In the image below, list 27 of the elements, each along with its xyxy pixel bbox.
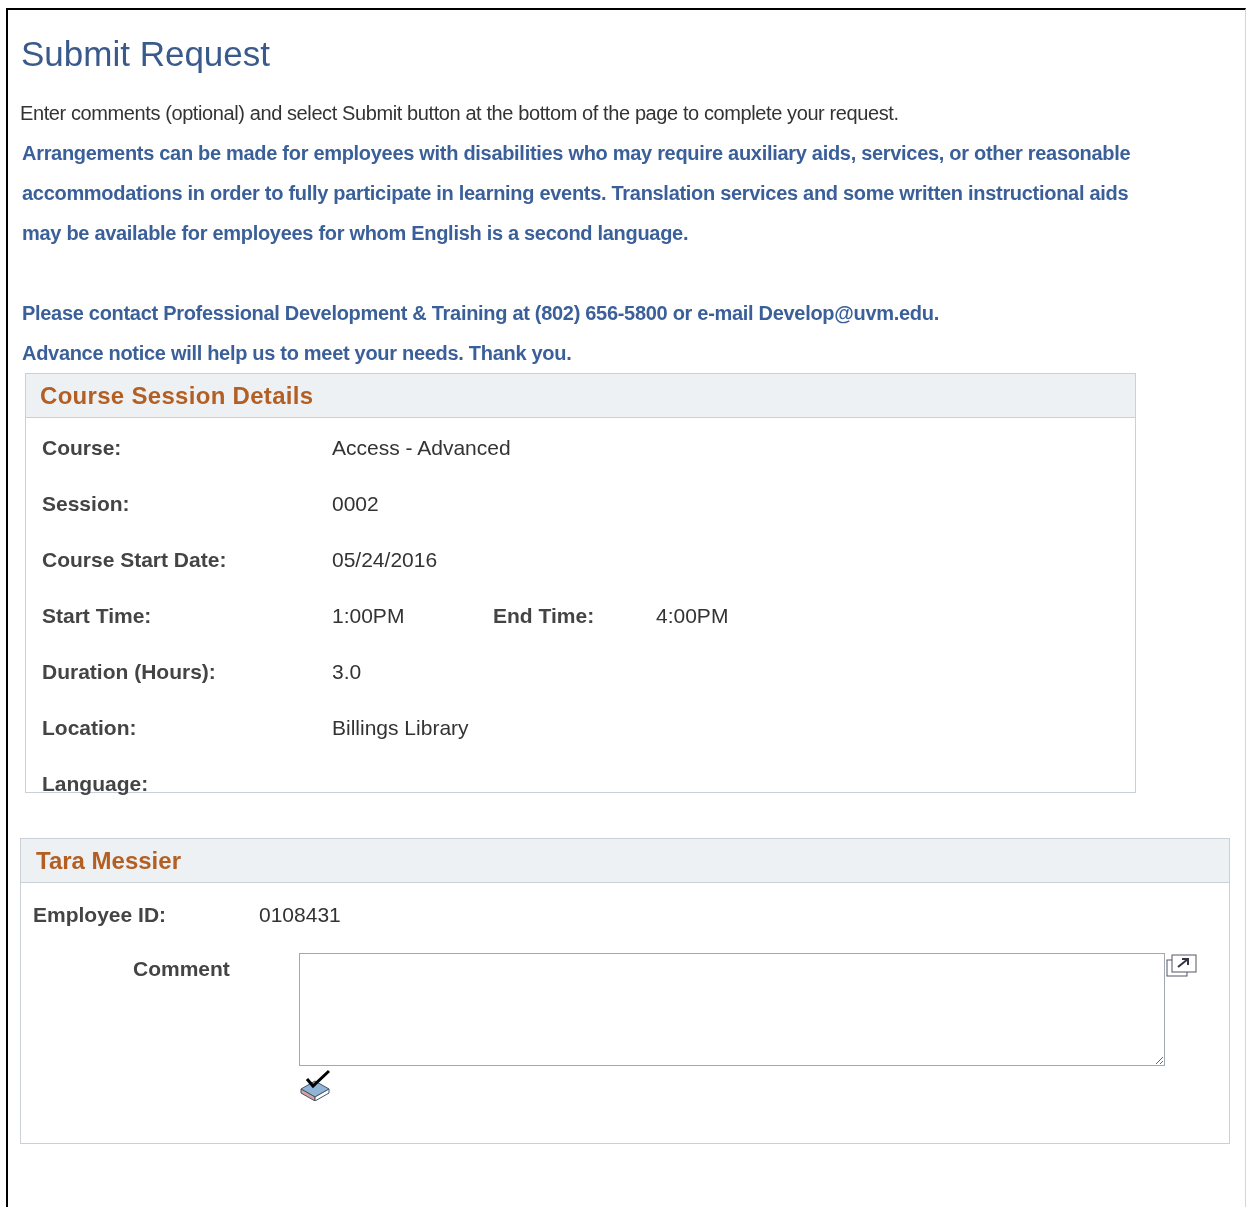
field-label: Location: [42,715,138,741]
field-label: End Time: [493,603,596,629]
field-label: Session: [42,491,131,517]
spell-check-icon[interactable] [299,1068,333,1101]
panel-title: Tara Messier [36,845,181,876]
panel-title: Course Session Details [40,380,314,411]
field-value: 1:00PM [332,603,406,629]
field-label: Start Time: [42,603,153,629]
field-value: 0002 [332,491,379,517]
field-label: Course: [42,435,123,461]
field-value: 4:00PM [656,603,729,629]
field-value: Access - Advanced [332,435,511,461]
field-label: Language: [42,771,150,797]
field-value: 05/24/2016 [332,547,438,573]
field-value: Billings Library [332,715,469,741]
notice-text: Please contact Professional Development & Training at (802) 656-5800 or e-mail Develop@uvm.edu. Advance notice will help us to meet your needs. Thank you. [22,301,940,366]
expand-icon[interactable] [1166,953,1198,978]
field-label: Duration (Hours): [42,659,217,685]
field-value: 3.0 [332,659,362,685]
comment-field[interactable] [299,952,1165,1066]
instructions-text: Enter comments (optional) and select Submit button at the bottom of the page to complete your request. [20,101,900,126]
field-label: Employee ID: [33,902,168,928]
field-value: 0108431 [259,902,341,928]
notice-text: Arrangements can be made for employees with disabilities who may require auxiliary aids, services, or other reasonable accommodations in order to fully participate in learning events. Translation services and some written instructional aids may be available for employees for whom English is a second language. [22,141,1132,246]
field-label: Course Start Date: [42,547,228,573]
field-label: Comment [133,955,231,982]
page-title: Submit Request [21,33,272,75]
